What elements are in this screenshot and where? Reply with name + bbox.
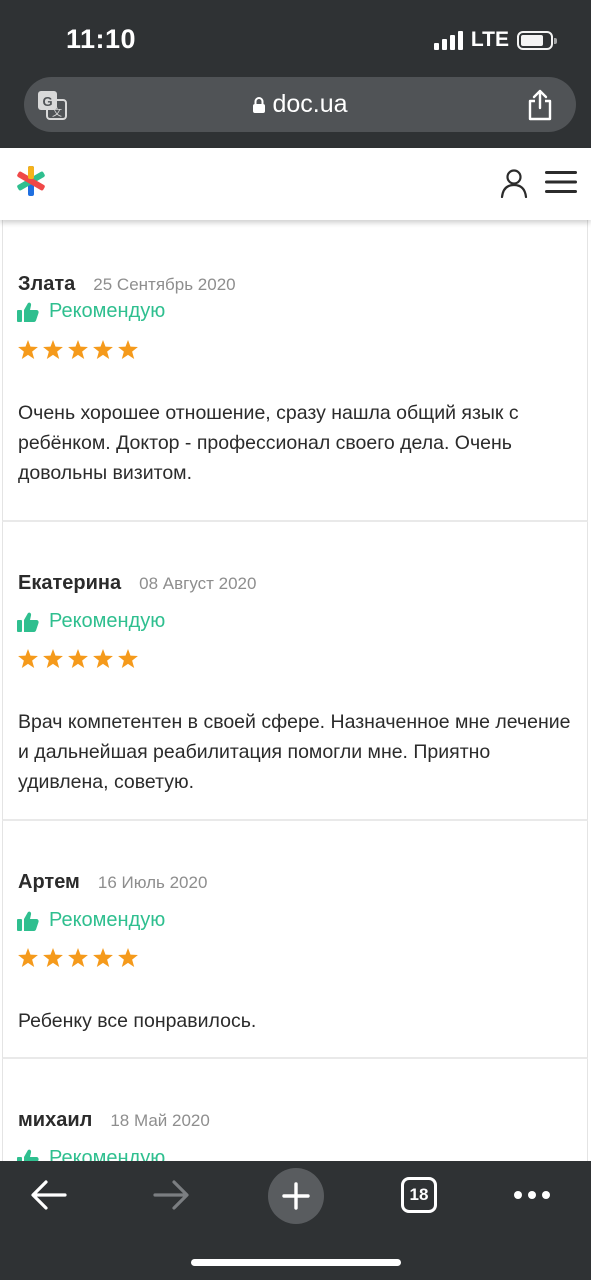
star-icon [18,649,38,668]
thumbs-up-icon [17,1149,39,1161]
review-text: Ребенку все понравилось. [18,1010,257,1032]
user-icon[interactable] [500,168,528,198]
review-date: 25 Сентябрь 2020 [93,275,236,294]
star-icon [93,948,113,967]
star-icon [18,948,38,967]
browser-top-bar: 11:10 LTE G 文 doc.ua [0,0,591,148]
status-indicators: LTE [433,26,557,54]
doc-ua-logo[interactable] [14,164,48,198]
review-date: 08 Август 2020 [139,574,257,593]
thumbs-up-icon [17,302,39,322]
thumbs-up-icon [17,612,39,632]
star-icon [43,340,63,359]
review-author: Злата [18,273,76,295]
home-indicator[interactable] [191,1259,401,1266]
review-date: 16 Июль 2020 [97,873,208,892]
recommend-badge: Рекомендую [17,300,165,323]
recommend-badge: Рекомендую [17,610,165,633]
review-text: Очень хорошее отношение, сразу нашла общ… [18,402,519,484]
network-label: LTE [470,28,509,51]
review-author: Екатерина [18,572,122,594]
recommend-badge: Рекомендую [17,909,165,932]
star-icon [68,340,88,359]
share-icon[interactable] [526,88,554,122]
signal-icon [433,30,463,50]
reviews-list: Злата 25 Сентябрь 2020 Рекомендую Очень … [0,220,591,1161]
rating-stars [18,340,138,359]
plus-icon [282,1182,310,1210]
rating-stars [18,948,138,967]
browser-bottom-toolbar: 18 [0,1161,591,1280]
recommend-label: Рекомендую [49,1147,166,1161]
site-header [0,148,591,220]
rating-stars [18,649,138,668]
review-card: михаил 18 Май 2020 Рекомендую [2,1059,588,1161]
star-icon [93,649,113,668]
more-dots-icon[interactable] [512,1189,552,1201]
new-tab-button[interactable] [268,1168,324,1224]
forward-arrow-icon[interactable] [152,1179,190,1211]
back-arrow-icon[interactable] [30,1179,68,1211]
star-icon [43,649,63,668]
thumbs-up-icon [17,911,39,931]
tab-switcher-button[interactable]: 18 [401,1177,437,1213]
review-author: Артем [18,871,80,893]
review-card: Екатерина 08 Август 2020 Рекомендую Врач… [2,522,588,821]
review-card: Артем 16 Июль 2020 Рекомендую Ребенку вс… [2,821,588,1059]
star-icon [18,340,38,359]
star-icon [43,948,63,967]
address-bar[interactable]: G 文 doc.ua [24,77,576,132]
review-date: 18 Май 2020 [110,1111,210,1130]
star-icon [68,948,88,967]
status-time: 11:10 [66,24,137,54]
star-icon [118,948,138,967]
battery-icon [517,30,557,50]
review-text: Врач компетентен в своей сфере. Назначен… [18,711,571,793]
review-author: михаил [18,1109,93,1131]
review-card: Злата 25 Сентябрь 2020 Рекомендую Очень … [2,220,588,522]
url-text: doc.ua [272,90,348,118]
hamburger-menu-icon[interactable] [545,170,577,194]
recommend-label: Рекомендую [49,300,166,322]
url-display[interactable]: doc.ua [24,77,576,132]
recommend-badge: Рекомендую [17,1147,165,1161]
lock-icon [253,96,266,113]
star-icon [118,649,138,668]
star-icon [118,340,138,359]
recommend-label: Рекомендую [49,909,166,931]
star-icon [68,649,88,668]
recommend-label: Рекомендую [49,610,166,632]
star-icon [93,340,113,359]
